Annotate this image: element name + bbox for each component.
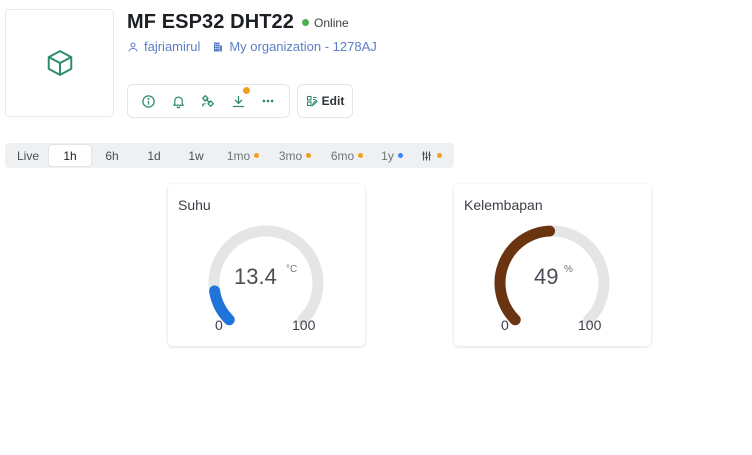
range-tab-label: 1mo [226,148,251,163]
gauge-value: 49 [534,264,559,289]
range-tab-1w[interactable]: 1w [175,145,217,166]
gauge-fill [209,285,235,326]
range-tab-label: 1h [63,148,77,163]
humidity-widget[interactable]: Kelembapan 49 % 0 100 [454,184,651,346]
building-icon [214,42,223,51]
gauge-max-label: 100 [578,317,602,333]
range-tab-6mo[interactable]: 6mo [321,145,373,166]
more-button[interactable] [257,90,279,112]
user-icon [128,42,138,52]
gauge-unit: °C [286,264,298,275]
gauge-value: 13.4 [234,264,277,289]
status-badge: Online [302,16,349,30]
notifications-button[interactable] [168,90,190,112]
edit-dashboard-icon [306,95,318,107]
range-tab-live[interactable]: Live [7,145,49,166]
gauge-min-label: 0 [215,317,223,333]
gauge-unit: % [564,264,573,275]
status-label: Online [314,15,349,30]
device-title: MF ESP32 DHT22 [127,11,295,33]
device-action-toolbar [127,84,290,118]
device-meta: fajriamirul My organization - 1278AJ [127,39,377,54]
range-tab-1h[interactable]: 1h [49,145,91,166]
organization-name: My organization - 1278AJ [229,39,377,54]
gauge-max-label: 100 [292,317,316,333]
range-tab-label: 3mo [278,148,303,163]
info-button[interactable] [138,90,160,112]
range-tab-1y[interactable]: 1y [373,145,411,166]
premium-dot [437,153,442,158]
owner-link[interactable]: fajriamirul [127,39,200,54]
device-header: MF ESP32 DHT22 Online [127,11,349,34]
premium-dot [254,153,260,158]
temperature-widget[interactable]: Suhu 13.4 °C 0 100 [168,184,365,346]
range-tab-6h[interactable]: 6h [91,145,133,166]
satellite-icon [202,95,215,107]
range-tab-label: Live [16,148,39,163]
device-thumbnail [5,9,114,117]
edit-button[interactable]: Edit [297,84,353,118]
cube-icon [47,50,72,76]
range-tab-1d[interactable]: 1d [133,145,175,166]
premium-dot [397,153,403,158]
time-range-selector: Live 1h 6h 1d 1w 1mo 3mo 6mo 1y [5,143,454,168]
download-icon [232,95,244,107]
more-icon [262,99,274,103]
range-tab-label: 6mo [330,148,355,163]
range-tab-label: 1y [381,148,394,163]
premium-dot [306,153,312,158]
range-tab-label: 6h [105,148,119,163]
organization-link[interactable]: My organization - 1278AJ [212,39,377,54]
gauge-min-label: 0 [501,317,509,333]
edit-label: Edit [321,94,345,108]
satellite-button[interactable] [197,90,219,112]
premium-dot [358,153,364,158]
status-dot [302,19,310,26]
range-tab-3mo[interactable]: 3mo [269,145,321,166]
owner-name: fajriamirul [144,39,201,54]
download-badge [243,87,251,94]
bell-icon [173,96,184,108]
custom-range-button[interactable] [411,145,451,166]
download-button[interactable] [227,87,251,112]
range-tab-label: 1d [147,148,161,163]
info-icon [142,94,156,108]
range-tab-label: 1w [188,148,204,163]
range-tab-1mo[interactable]: 1mo [217,145,269,166]
sliders-icon [422,151,431,160]
